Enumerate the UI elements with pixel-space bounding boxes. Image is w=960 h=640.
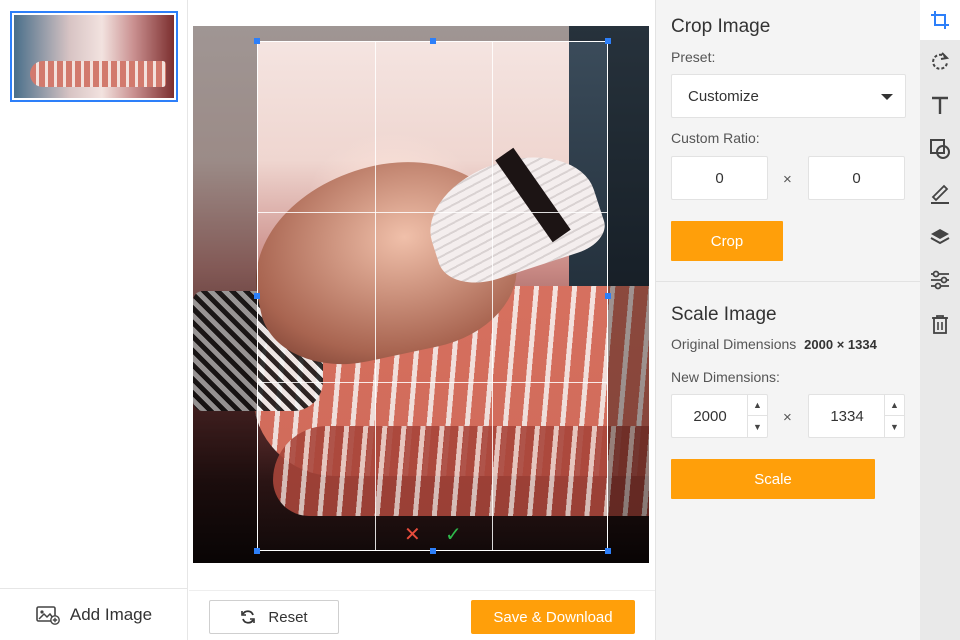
photo-preview[interactable]: ✕ ✓: [193, 26, 649, 563]
preset-select[interactable]: Customize: [671, 74, 906, 118]
rotate-tool[interactable]: [928, 49, 952, 73]
shapes-tool[interactable]: [928, 137, 952, 161]
trash-icon: [932, 315, 948, 334]
layers-tool[interactable]: [928, 225, 952, 249]
shapes-icon: [930, 139, 950, 159]
new-dimensions-label: New Dimensions:: [671, 369, 780, 385]
new-width-stepper[interactable]: 2000 ▲ ▼: [671, 394, 768, 438]
reset-button[interactable]: Reset: [209, 600, 339, 634]
ratio-separator: ×: [783, 171, 792, 188]
crop-icon: [931, 11, 949, 29]
add-image-label: Add Image: [69, 604, 153, 624]
add-image-icon: [36, 605, 60, 625]
action-bar: Reset Save & Download: [189, 590, 655, 640]
crop-dim-right: [608, 26, 649, 563]
add-image-button[interactable]: Add Image: [0, 588, 188, 640]
adjust-icon: [931, 270, 949, 290]
adjust-tool[interactable]: [928, 268, 952, 292]
dimension-separator: ×: [783, 409, 792, 426]
image-list-panel: Add Image: [0, 0, 188, 640]
section-divider: [656, 281, 921, 282]
original-dimensions-value: 2000 × 1334: [804, 337, 877, 352]
scale-section-title: Scale Image: [671, 304, 777, 325]
ratio-width-input[interactable]: 0: [671, 156, 768, 200]
crop-handle-right[interactable]: [605, 293, 611, 299]
draw-icon: [931, 184, 949, 204]
tool-rail: [920, 0, 960, 640]
new-height-input[interactable]: 1334: [809, 395, 885, 437]
save-download-button[interactable]: Save & Download: [471, 600, 635, 634]
crop-handle-top[interactable]: [430, 38, 436, 44]
editor-canvas: ✕ ✓: [189, 0, 655, 590]
rotate-icon: [932, 52, 950, 70]
original-dimensions: Original Dimensions 2000 × 1334: [671, 336, 877, 352]
thumbnail-image: [14, 15, 174, 98]
preset-value: Customize: [688, 87, 759, 105]
crop-handle-left[interactable]: [254, 293, 260, 299]
crop-cancel-icon[interactable]: ✕: [404, 525, 421, 545]
crop-section-title: Crop Image: [671, 16, 771, 37]
crop-grid-line: [492, 42, 493, 550]
increment-width-icon[interactable]: ▲: [748, 395, 767, 416]
properties-panel: Crop Image Preset: Customize Custom Rati…: [655, 0, 921, 640]
crop-tool[interactable]: [920, 0, 960, 40]
image-thumbnail-selected[interactable]: [10, 11, 178, 102]
decrement-width-icon[interactable]: ▼: [748, 416, 767, 437]
reset-icon: [241, 610, 256, 624]
ratio-height-input[interactable]: 0: [808, 156, 905, 200]
new-height-stepper[interactable]: 1334 ▲ ▼: [808, 394, 905, 438]
crop-handle-top-right[interactable]: [605, 38, 611, 44]
original-dimensions-label: Original Dimensions: [671, 336, 797, 352]
delete-tool[interactable]: [928, 312, 952, 336]
increment-height-icon[interactable]: ▲: [885, 395, 904, 416]
layers-icon: [930, 229, 950, 245]
crop-grid-line: [258, 212, 607, 213]
new-width-input[interactable]: 2000: [672, 395, 748, 437]
crop-handle-bottom-right[interactable]: [605, 548, 611, 554]
crop-handle-top-left[interactable]: [254, 38, 260, 44]
image-editor-app: Add Image ✕ ✓ Reset Save & Download Crop…: [0, 0, 960, 640]
text-icon: [932, 96, 948, 114]
crop-handle-bottom-left[interactable]: [254, 548, 260, 554]
crop-handle-bottom[interactable]: [430, 548, 436, 554]
decrement-height-icon[interactable]: ▼: [885, 416, 904, 437]
reset-label: Reset: [268, 608, 308, 626]
chevron-down-icon: [881, 94, 893, 100]
crop-selection-box[interactable]: ✕ ✓: [254, 38, 611, 554]
crop-confirm-icon[interactable]: ✓: [445, 525, 462, 545]
scale-button[interactable]: Scale: [671, 459, 875, 499]
crop-grid-line: [375, 42, 376, 550]
draw-tool[interactable]: [928, 181, 952, 205]
text-tool[interactable]: [928, 93, 952, 117]
preset-label: Preset:: [671, 49, 716, 65]
custom-ratio-label: Custom Ratio:: [671, 130, 760, 146]
crop-button[interactable]: Crop: [671, 221, 783, 261]
crop-dim-left: [193, 26, 257, 563]
crop-grid-line: [258, 382, 607, 383]
